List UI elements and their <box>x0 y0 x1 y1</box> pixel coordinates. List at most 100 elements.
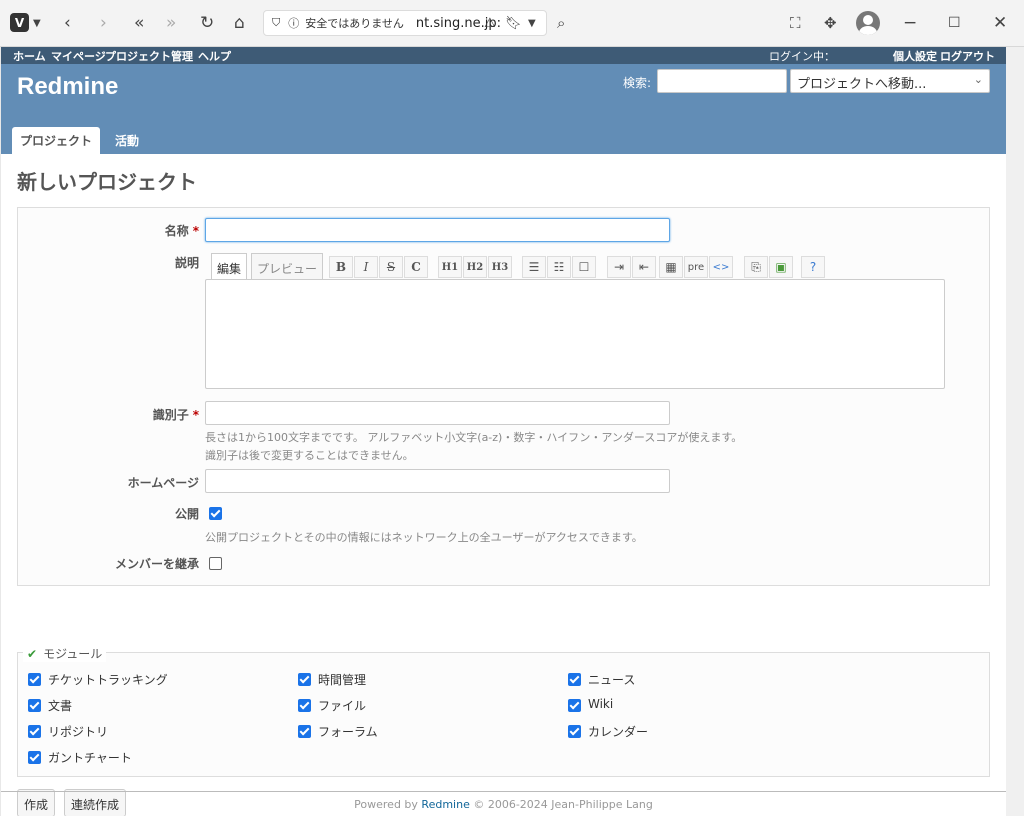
bold-icon[interactable]: B <box>329 256 353 278</box>
public-checkbox[interactable] <box>209 507 222 520</box>
shield-icon: ⛉ <box>272 16 281 29</box>
top-menu: ホーム マイページ プロジェクト 管理 ヘルプ ログイン中： 個人設定 ログアウ… <box>1 47 1006 64</box>
search-icon[interactable]: ⌕ <box>557 12 565 34</box>
name-label: 名称 * <box>164 224 199 238</box>
heading3-icon[interactable]: H3 <box>488 256 512 278</box>
modules-legend[interactable]: ✔ モジュール <box>23 645 107 662</box>
module-checkbox-gantt[interactable] <box>28 751 41 764</box>
inherit-members-label: メンバーを継承 <box>114 557 199 571</box>
inherit-members-checkbox[interactable] <box>209 557 222 570</box>
browser-toolbar: V ▼ ‹ › « » ↻ ⌂ ⛉ ⓘ 安全ではありません nt.sing.ne… <box>0 0 1024 47</box>
top-menu-home[interactable]: ホーム <box>13 48 46 64</box>
identifier-hint: 長さは1から100文字までです。 アルファベット小文字(a-z)・数字・ハイフン… <box>205 431 743 444</box>
module-label-wiki: Wiki <box>588 697 614 711</box>
footer-copyright: © 2006-2024 Jean-Philippe Lang <box>473 798 653 811</box>
table-icon[interactable]: ▦ <box>659 256 683 278</box>
bookmark-icon[interactable]: 🔖︎ <box>505 12 522 34</box>
profile-avatar-icon[interactable] <box>856 11 880 35</box>
home-icon[interactable]: ⌂ <box>234 12 245 34</box>
redmine-page: ホーム マイページ プロジェクト 管理 ヘルプ ログイン中： 個人設定 ログアウ… <box>1 47 1006 816</box>
footer: Powered by Redmine © 2006-2024 Jean-Phil… <box>1 791 1006 816</box>
help-icon[interactable]: ? <box>801 256 825 278</box>
indent-icon[interactable]: ⇥ <box>607 256 631 278</box>
description-textarea[interactable] <box>205 279 945 389</box>
homepage-label: ホームページ <box>127 476 199 490</box>
identifier-label: 識別子 * <box>152 408 199 422</box>
module-checkbox-news[interactable] <box>568 673 581 686</box>
module-checkbox-repository[interactable] <box>28 725 41 738</box>
fast-forward-icon[interactable]: » <box>166 12 176 34</box>
check-icon: ✔ <box>27 647 38 661</box>
module-checkbox-documents[interactable] <box>28 699 41 712</box>
project-jump-select[interactable]: プロジェクトへ移動... ⌄ <box>790 69 990 93</box>
module-label-news: ニュース <box>588 673 636 687</box>
project-jump-placeholder: プロジェクトへ移動... <box>797 77 927 92</box>
vivaldi-menu-icon[interactable]: V <box>10 13 29 32</box>
module-checkbox-issue-tracking[interactable] <box>28 673 41 686</box>
module-checkbox-forums[interactable] <box>298 725 311 738</box>
module-label-forums: フォーラム <box>318 725 378 739</box>
module-label-gantt: ガントチャート <box>48 751 132 765</box>
module-label-calendar: カレンダー <box>588 725 649 739</box>
outdent-icon[interactable]: ⇤ <box>632 256 656 278</box>
logged-in-label: ログイン中： <box>769 50 835 63</box>
module-label-time-tracking: 時間管理 <box>318 673 367 687</box>
search-input[interactable] <box>657 69 787 93</box>
tab-preview[interactable]: プレビュー <box>251 253 324 280</box>
warning-icon[interactable]: ⚠ <box>484 12 496 34</box>
top-menu-admin[interactable]: 管理 <box>171 48 193 64</box>
rewind-icon[interactable]: « <box>134 12 144 34</box>
tab-edit[interactable]: 編集 <box>211 253 248 280</box>
maximize-icon[interactable]: ☐ <box>948 12 961 34</box>
extensions-icon[interactable]: ✥ <box>824 12 837 34</box>
heading1-icon[interactable]: H1 <box>438 256 462 278</box>
unordered-list-icon[interactable]: ☰ <box>522 256 546 278</box>
chevron-down-icon: ⌄ <box>973 73 983 86</box>
top-menu-logout[interactable]: ログアウト <box>940 48 995 64</box>
module-checkbox-wiki[interactable] <box>568 699 581 712</box>
heading2-icon[interactable]: H2 <box>463 256 487 278</box>
top-menu-my-page[interactable]: マイページ <box>51 48 106 64</box>
task-list-icon[interactable]: ☐ <box>572 256 596 278</box>
identifier-hint-2: 識別子は後で変更することはできません。 <box>205 449 414 462</box>
name-input[interactable] <box>205 218 670 242</box>
minimize-icon[interactable]: − <box>903 12 917 34</box>
app-title[interactable]: Redmine <box>17 73 118 101</box>
tab-activity[interactable]: 活動 <box>107 127 147 154</box>
forward-icon[interactable]: › <box>100 12 107 34</box>
module-checkbox-calendar[interactable] <box>568 725 581 738</box>
module-checkbox-files[interactable] <box>298 699 311 712</box>
tab-projects[interactable]: プロジェクト <box>12 127 101 154</box>
identifier-input[interactable] <box>205 401 670 425</box>
module-label-documents: 文書 <box>48 699 73 713</box>
module-label-files: ファイル <box>318 699 367 713</box>
scrollbar[interactable] <box>1006 47 1024 816</box>
top-menu-my-account[interactable]: 個人設定 <box>893 48 937 64</box>
close-icon[interactable]: ✕ <box>993 12 1007 34</box>
header: Redmine 検索: プロジェクトへ移動... ⌄ プロジェクト 活動 <box>1 64 1006 154</box>
footer-redmine-link[interactable]: Redmine <box>421 798 469 811</box>
pre-icon[interactable]: pre <box>684 256 708 278</box>
link-icon[interactable]: ⎘ <box>744 256 768 278</box>
back-icon[interactable]: ‹ <box>64 12 71 34</box>
description-label: 説明 <box>174 256 199 270</box>
reload-icon[interactable]: ↻ <box>200 12 214 34</box>
image-icon[interactable]: ▣ <box>769 256 793 278</box>
module-checkbox-time-tracking[interactable] <box>298 673 311 686</box>
footer-prefix: Powered by <box>354 798 418 811</box>
top-menu-help[interactable]: ヘルプ <box>198 48 231 64</box>
page-title: 新しいプロジェクト <box>17 170 197 194</box>
info-icon: ⓘ <box>288 17 300 30</box>
inline-code-icon[interactable]: C <box>404 256 428 278</box>
dropdown-icon[interactable]: ▼ <box>528 12 536 34</box>
capture-icon[interactable]: ⛶ <box>790 12 801 34</box>
chevron-down-icon[interactable]: ▼ <box>33 12 41 34</box>
homepage-input[interactable] <box>205 469 670 493</box>
content: 新しいプロジェクト 名称 * 説明 編集 プレビュー B I S C H1 H2 … <box>1 154 1006 816</box>
top-menu-projects[interactable]: プロジェクト <box>105 48 171 64</box>
strikethrough-icon[interactable]: S <box>379 256 403 278</box>
ordered-list-icon[interactable]: ☷ <box>547 256 571 278</box>
code-icon[interactable]: <> <box>709 256 733 278</box>
italic-icon[interactable]: I <box>354 256 378 278</box>
search-label: 検索: <box>623 76 652 90</box>
